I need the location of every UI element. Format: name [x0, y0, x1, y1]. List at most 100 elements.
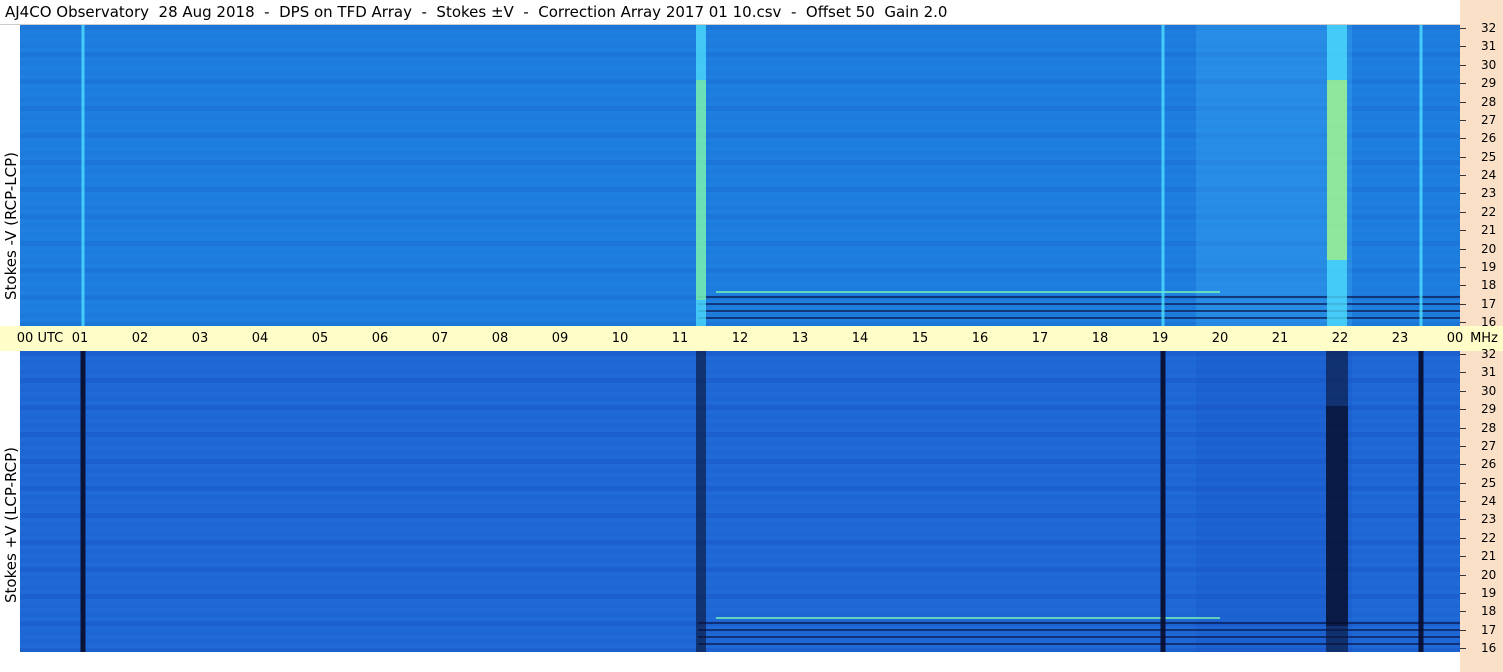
x-tick-label: 13 [791, 331, 809, 346]
y-tick-mark [1460, 175, 1466, 176]
x-tick-label: 08 [491, 331, 509, 346]
emission-feature-core [1326, 406, 1348, 626]
emission-feature [81, 25, 85, 326]
y-tick-label: 28 [1481, 94, 1497, 109]
chart-title: AJ4CO Observatory 28 Aug 2018 - DPS on T… [5, 3, 948, 21]
emission-feature [1419, 25, 1423, 326]
y-tick-label: 27 [1481, 112, 1497, 127]
y-tick-mark [1460, 464, 1466, 466]
x-tick-label: 04 [251, 331, 269, 346]
y-tick-mark [1460, 556, 1466, 558]
y-tick-label: 21 [1481, 549, 1497, 564]
emission-feature-core [696, 80, 706, 300]
y-tick-mark [1460, 138, 1466, 140]
y-tick-mark [1460, 248, 1466, 250]
x-tick-label: 18 [1091, 331, 1109, 346]
x-tick-label: 10 [611, 331, 629, 346]
y-tick-mark [1460, 629, 1466, 631]
y-tick-mark [1460, 354, 1466, 355]
bottom-spectrogram-plot [20, 351, 1460, 652]
top-side-label-area: Stokes -V (RCP-LCP) [0, 25, 20, 326]
y-tick-label: 18 [1481, 604, 1497, 619]
y-tick-mark [1460, 648, 1466, 649]
y-tick-mark [1460, 193, 1466, 195]
y-tick-label: 21 [1481, 223, 1497, 238]
y-tick-label: 31 [1481, 39, 1497, 54]
x-tick-label: 07 [431, 331, 449, 346]
x-tick-label: 20 [1211, 331, 1229, 346]
x-tick-label: 05 [311, 331, 329, 346]
y-tick-mark [1460, 303, 1466, 305]
y-tick-label: 30 [1481, 57, 1497, 72]
x-tick-label: 09 [551, 331, 569, 346]
y-tick-mark [1460, 537, 1466, 539]
x-tick-label: 22 [1331, 331, 1349, 346]
y-tick-label: 19 [1481, 259, 1497, 274]
y-tick-mark [1460, 28, 1466, 29]
y-tick-label: 19 [1481, 585, 1497, 600]
x-tick-label: 00 [1446, 331, 1464, 346]
y-tick-label: 22 [1481, 530, 1497, 545]
y-tick-mark [1460, 101, 1466, 103]
top-spectrogram [20, 25, 1460, 326]
interference-line [716, 617, 1220, 619]
y-tick-mark [1460, 83, 1466, 85]
y-tick-label: 29 [1481, 402, 1497, 417]
x-tick-label: 19 [1151, 331, 1169, 346]
y-tick-mark [1460, 592, 1466, 594]
x-tick-label: 15 [911, 331, 929, 346]
y-tick-mark [1460, 156, 1466, 158]
y-tick-mark [1460, 266, 1466, 268]
y-tick-label: 29 [1481, 76, 1497, 91]
y-tick-label: 26 [1481, 131, 1497, 146]
x-tick-label: 12 [731, 331, 749, 346]
emission-feature [80, 351, 86, 652]
y-tick-mark [1460, 409, 1466, 411]
top-spectrogram-plot [20, 25, 1460, 326]
x-tick-label: 17 [1031, 331, 1049, 346]
y-tick-mark [1460, 427, 1466, 429]
y-tick-mark [1460, 285, 1466, 287]
bottom-side-label-area: Stokes +V (LCP-RCP) [0, 351, 20, 652]
frequency-unit-label: MHz [1470, 331, 1498, 346]
y-tick-label: 23 [1481, 186, 1497, 201]
emission-feature [696, 351, 706, 652]
y-tick-mark [1460, 519, 1466, 521]
y-tick-mark [1460, 390, 1466, 392]
y-tick-mark [1460, 445, 1466, 447]
x-tick-label: 14 [851, 331, 869, 346]
y-tick-label: 22 [1481, 204, 1497, 219]
y-tick-label: 24 [1481, 168, 1497, 182]
bottom-spectrogram [20, 351, 1460, 652]
y-tick-label: 28 [1481, 420, 1497, 435]
y-tick-mark [1460, 482, 1466, 484]
y-tick-mark [1460, 322, 1466, 323]
x-tick-label: 11 [671, 331, 689, 346]
y-tick-label: 18 [1481, 278, 1497, 293]
y-tick-mark [1460, 501, 1466, 502]
interference-line [716, 291, 1220, 293]
y-tick-label: 27 [1481, 438, 1497, 453]
y-tick-mark [1460, 46, 1466, 48]
bottom-y-axis-label: Stokes +V (LCP-RCP) [2, 447, 20, 603]
x-tick-label: 01 [71, 331, 89, 346]
y-tick-label: 24 [1481, 494, 1497, 508]
y-tick-mark [1460, 574, 1466, 576]
y-tick-label: 17 [1481, 296, 1497, 311]
x-tick-label: 21 [1271, 331, 1289, 346]
title-bar: AJ4CO Observatory 28 Aug 2018 - DPS on T… [0, 0, 1460, 25]
emission-feature [1161, 25, 1165, 326]
x-tick-label: 23 [1391, 331, 1409, 346]
y-tick-label: 23 [1481, 512, 1497, 527]
y-tick-label: 16 [1481, 641, 1497, 655]
y-tick-label: 20 [1481, 567, 1497, 582]
y-tick-mark [1460, 372, 1466, 374]
y-tick-label: 26 [1481, 457, 1497, 472]
y-tick-label: 30 [1481, 383, 1497, 398]
top-y-axis-label: Stokes -V (RCP-LCP) [2, 152, 20, 300]
y-tick-label: 20 [1481, 241, 1497, 256]
emission-feature [1160, 351, 1166, 652]
x-tick-label: 16 [971, 331, 989, 346]
y-tick-mark [1460, 611, 1466, 613]
x-tick-label: 00 UTC [16, 331, 64, 346]
